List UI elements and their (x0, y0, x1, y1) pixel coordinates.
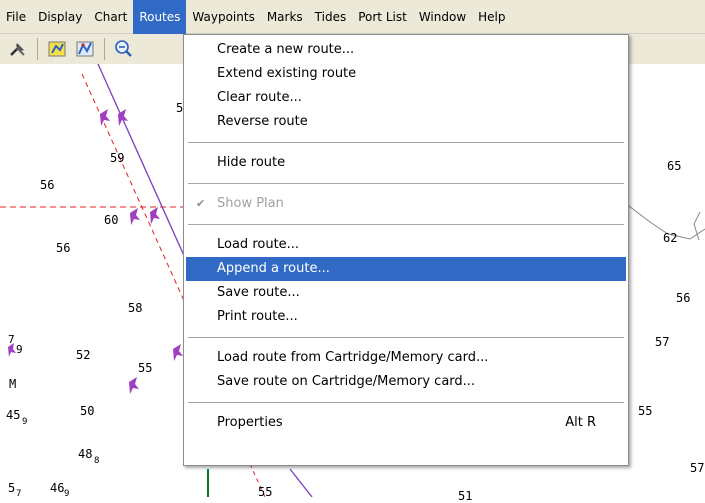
depth-label: 7 (16, 489, 22, 499)
depth-label: 65 (667, 159, 682, 173)
menu-separator (188, 183, 624, 184)
depth-label: 7 (8, 333, 15, 346)
depth-label: 48 (78, 447, 93, 461)
menu-item-create-route[interactable]: Create a new route... (186, 38, 626, 62)
toolbar-separator (37, 38, 38, 60)
menu-item-extend-route[interactable]: Extend existing route (186, 62, 626, 86)
menu-item-hide-route[interactable]: Hide route (186, 151, 626, 175)
depth-label: 50 (80, 404, 95, 418)
routes-menu: Create a new route... Extend existing ro… (183, 34, 629, 466)
menu-item-load-route[interactable]: Load route... (186, 233, 626, 257)
menu-item-load-route-card[interactable]: Load route from Cartridge/Memory card... (186, 346, 626, 370)
zoom-out-icon[interactable] (112, 37, 136, 61)
depth-label: 58 (128, 301, 143, 315)
menu-item-label: Show Plan (217, 196, 284, 211)
depth-label: 9 (64, 489, 70, 499)
menu-item-append-route[interactable]: Append a route... (186, 257, 626, 281)
depth-label: 57 (690, 461, 705, 475)
route-map-icon[interactable] (45, 37, 69, 61)
depth-label: 59 (110, 151, 125, 165)
toolbar-separator (104, 38, 105, 60)
menu-waypoints[interactable]: Waypoints (186, 0, 260, 34)
depth-label: 46 (50, 481, 65, 495)
menu-file[interactable]: File (0, 0, 32, 34)
menu-separator (188, 337, 624, 338)
checkmark-icon: ✔ (196, 197, 206, 210)
depth-label: 56 (56, 241, 71, 255)
depth-label: M (9, 377, 17, 391)
menu-item-show-plan: ✔ Show Plan (186, 192, 626, 216)
menu-item-save-route-card[interactable]: Save route on Cartridge/Memory card... (186, 370, 626, 394)
menu-separator (188, 402, 624, 403)
menu-item-print-route[interactable]: Print route... (186, 305, 626, 329)
depth-label: 9 (16, 343, 23, 356)
menu-chart[interactable]: Chart (88, 0, 133, 34)
menu-routes[interactable]: Routes (133, 0, 187, 34)
menu-item-properties[interactable]: Properties Alt R (186, 411, 626, 435)
menu-tides[interactable]: Tides (309, 0, 353, 34)
depth-label: 56 (40, 178, 55, 192)
menu-item-save-route[interactable]: Save route... (186, 281, 626, 305)
menu-display[interactable]: Display (32, 0, 88, 34)
menu-item-clear-route[interactable]: Clear route... (186, 86, 626, 110)
depth-label: 55 (138, 361, 153, 375)
menu-separator (188, 142, 624, 143)
menu-separator (188, 224, 624, 225)
tools-icon[interactable] (6, 37, 30, 61)
depth-label: 52 (76, 348, 91, 362)
depth-label: 62 (663, 231, 678, 245)
menu-bar: File Display Chart Routes Waypoints Mark… (0, 0, 705, 34)
menu-port-list[interactable]: Port List (352, 0, 413, 34)
depth-label: 51 (458, 489, 473, 503)
route-edit-icon[interactable] (73, 37, 97, 61)
depth-label: 55 (258, 485, 273, 499)
shortcut-label: Alt R (565, 415, 596, 430)
menu-item-reverse-route[interactable]: Reverse route (186, 110, 626, 134)
depth-label: 57 (655, 335, 670, 349)
menu-marks[interactable]: Marks (261, 0, 309, 34)
menu-item-label: Properties (217, 415, 283, 430)
depth-label: 60 (104, 213, 119, 227)
depth-label: 56 (676, 291, 691, 305)
depth-label: 9 (22, 417, 28, 427)
depth-label: 45 (6, 408, 21, 422)
menu-window[interactable]: Window (413, 0, 472, 34)
depth-label: 8 (94, 456, 100, 466)
depth-label: 5 (8, 481, 16, 495)
depth-label: 55 (638, 404, 653, 418)
menu-help[interactable]: Help (472, 0, 511, 34)
